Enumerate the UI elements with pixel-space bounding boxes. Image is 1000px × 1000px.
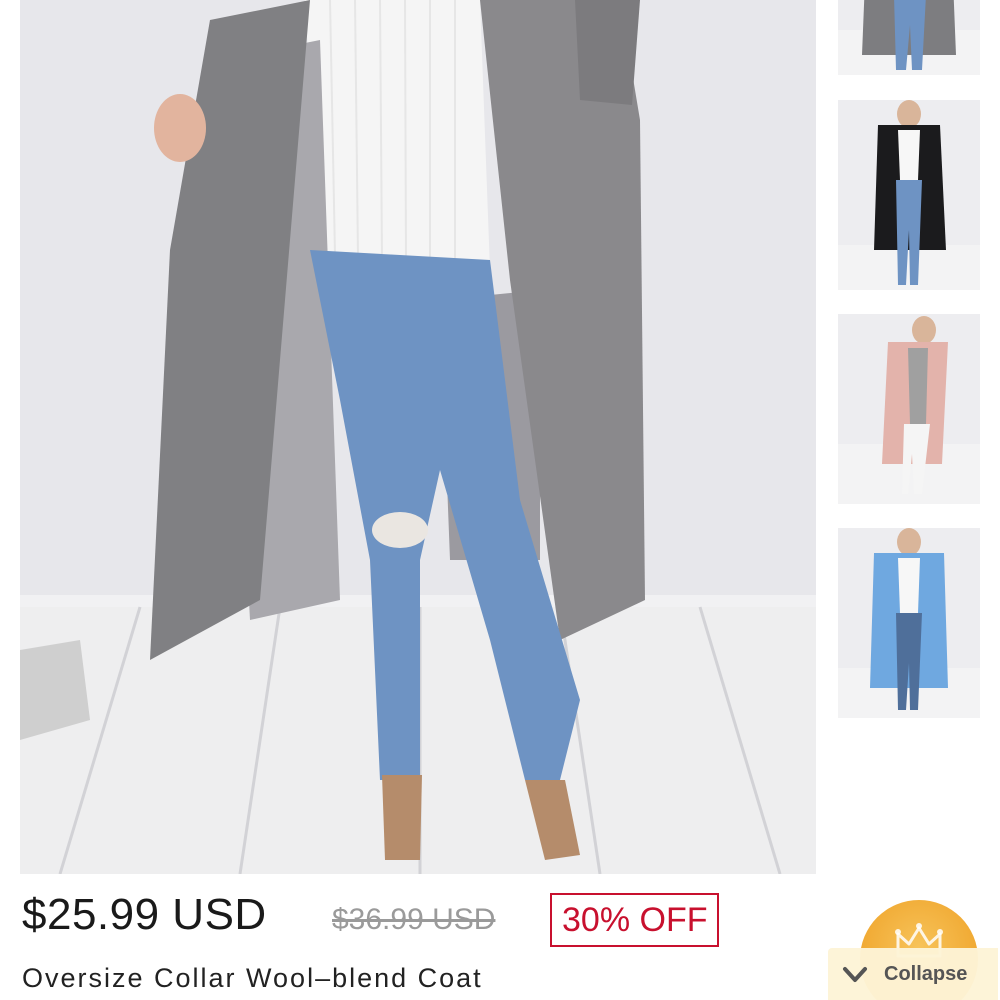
price-row: $25.99 USD $36.99 USD 30% OFF	[22, 885, 782, 949]
thumbnail-blue-coat[interactable]	[838, 528, 980, 718]
chevron-down-icon	[843, 967, 867, 982]
sale-price: $25.99 USD	[22, 890, 267, 939]
thumbnail-grey-coat[interactable]	[838, 0, 980, 75]
collapse-label: Collapse	[884, 962, 968, 985]
thumbnail-black-coat[interactable]	[838, 100, 980, 290]
product-title: Oversize Collar Wool–blend Coat	[22, 963, 483, 993]
product-page: $25.99 USD $36.99 USD 30% OFF Oversize C…	[0, 0, 1000, 1000]
original-price: $36.99 USD	[332, 903, 496, 936]
main-product-image[interactable]	[20, 0, 816, 874]
thumbnail-pink-coat[interactable]	[838, 314, 980, 504]
collapse-button[interactable]: Collapse	[828, 948, 998, 1000]
discount-badge: 30% OFF	[550, 893, 720, 947]
